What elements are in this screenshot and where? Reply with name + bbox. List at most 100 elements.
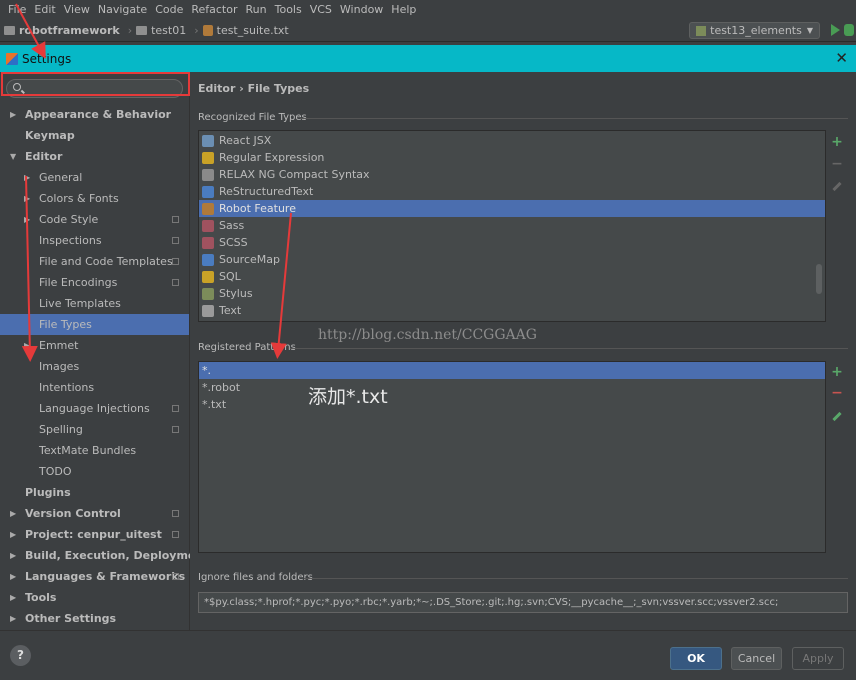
tree-item-project-cenpur-uitest[interactable]: ▶ Project: cenpur_uitest	[0, 524, 189, 545]
pattern-item[interactable]: *.	[199, 362, 825, 379]
tree-item-spelling[interactable]: Spelling	[0, 419, 189, 440]
tree-item-file-types[interactable]: File Types	[0, 314, 189, 335]
cancel-button[interactable]: Cancel	[731, 647, 782, 670]
file-type-item[interactable]: ReStructuredText	[199, 183, 825, 200]
tree-item-colors-fonts[interactable]: ▶ Colors & Fonts	[0, 188, 189, 209]
collapsed-arrow-icon[interactable]: ▶	[10, 608, 16, 629]
remove-pattern-icon[interactable]: −	[830, 386, 844, 400]
file-type-icon	[202, 219, 214, 232]
search-icon	[13, 83, 21, 91]
registered-patterns-list[interactable]: *. *.robot *.txt	[198, 361, 826, 553]
file-type-item[interactable]: Robot Feature	[199, 200, 825, 217]
menu-window[interactable]: Window	[336, 0, 387, 20]
file-type-label: React JSX	[219, 134, 272, 147]
file-type-item[interactable]: Sass	[199, 217, 825, 234]
file-type-icon	[202, 287, 214, 300]
remove-file-type-icon[interactable]: −	[830, 157, 844, 171]
tree-item-intentions[interactable]: Intentions	[0, 377, 189, 398]
collapsed-arrow-icon[interactable]: ▶	[24, 167, 30, 188]
tree-item-other-settings[interactable]: ▶ Other Settings	[0, 608, 189, 629]
tree-item-editor[interactable]: ▼ Editor	[0, 146, 189, 167]
tree-item-label: Appearance & Behavior	[25, 108, 172, 121]
collapsed-arrow-icon[interactable]: ▶	[24, 209, 30, 230]
tree-item-languages-frameworks[interactable]: ▶ Languages & Frameworks	[0, 566, 189, 587]
ok-button[interactable]: OK	[670, 647, 722, 670]
tree-item-language-injections[interactable]: Language Injections	[0, 398, 189, 419]
run-config-icon	[696, 25, 707, 36]
pattern-item[interactable]: *.robot	[199, 379, 825, 396]
tree-item-general[interactable]: ▶ General	[0, 167, 189, 188]
collapsed-arrow-icon[interactable]: ▶	[24, 188, 30, 209]
tree-item-tools[interactable]: ▶ Tools	[0, 587, 189, 608]
file-type-icon	[202, 304, 214, 317]
menu-edit[interactable]: Edit	[30, 0, 59, 20]
settings-search-input[interactable]	[6, 79, 183, 98]
tree-item-keymap[interactable]: Keymap	[0, 125, 189, 146]
tree-item-emmet[interactable]: ▶ Emmet	[0, 335, 189, 356]
tree-item-images[interactable]: Images	[0, 356, 189, 377]
collapsed-arrow-icon[interactable]: ▶	[10, 545, 16, 566]
menu-file[interactable]: File	[4, 0, 30, 20]
tree-item-file-encodings[interactable]: File Encodings	[0, 272, 189, 293]
file-type-item[interactable]: React JSX	[199, 132, 825, 149]
run-icon[interactable]	[831, 24, 840, 36]
edit-file-type-icon[interactable]	[830, 177, 844, 192]
menu-help[interactable]: Help	[387, 0, 420, 20]
apply-button[interactable]: Apply	[792, 647, 844, 670]
tree-item-appearance-behavior[interactable]: ▶ Appearance & Behavior	[0, 104, 189, 125]
file-type-item[interactable]: RELAX NG Compact Syntax	[199, 166, 825, 183]
tree-item-label: File Encodings	[39, 276, 118, 289]
debug-icon[interactable]	[844, 24, 854, 36]
menu-refactor[interactable]: Refactor	[187, 0, 241, 20]
tree-item-inspections[interactable]: Inspections	[0, 230, 189, 251]
expanded-arrow-icon[interactable]: ▼	[10, 146, 16, 167]
tree-item-todo[interactable]: TODO	[0, 461, 189, 482]
collapsed-arrow-icon[interactable]: ▶	[24, 335, 30, 356]
tree-item-build-execution-deployment[interactable]: ▶ Build, Execution, Deployment	[0, 545, 208, 566]
recognized-file-types-list[interactable]: React JSX Regular Expression RELAX NG Comp…	[198, 130, 826, 322]
pattern-item[interactable]: *.txt	[199, 396, 825, 413]
breadcrumb-project[interactable]: robotframework	[4, 24, 120, 37]
run-config-dropdown[interactable]: test13_elements ▼	[689, 22, 820, 39]
tree-item-label: Tools	[25, 591, 57, 604]
collapsed-arrow-icon[interactable]: ▶	[10, 524, 16, 545]
menu-navigate[interactable]: Navigate	[94, 0, 151, 20]
menu-code[interactable]: Code	[151, 0, 187, 20]
collapsed-arrow-icon[interactable]: ▶	[10, 104, 16, 125]
tree-item-label: Spelling	[39, 423, 83, 436]
breadcrumb-file[interactable]: test_suite.txt	[202, 24, 289, 37]
file-type-item[interactable]: SourceMap	[199, 251, 825, 268]
tree-item-plugins[interactable]: Plugins	[0, 482, 189, 503]
add-file-type-icon[interactable]: +	[830, 135, 844, 149]
collapsed-arrow-icon[interactable]: ▶	[10, 503, 16, 524]
tree-item-code-style[interactable]: ▶ Code Style	[0, 209, 189, 230]
help-button[interactable]: ?	[10, 645, 31, 666]
pycharm-logo-icon	[6, 52, 18, 65]
file-type-item[interactable]: Regular Expression	[199, 149, 825, 166]
edit-pattern-icon[interactable]	[830, 407, 844, 422]
project-scope-icon	[172, 237, 179, 244]
tree-item-textmate-bundles[interactable]: TextMate Bundles	[0, 440, 189, 461]
tree-item-live-templates[interactable]: Live Templates	[0, 293, 189, 314]
tree-item-label: Other Settings	[25, 612, 117, 625]
tree-item-label: Images	[39, 360, 80, 373]
breadcrumb-folder[interactable]: test01	[136, 24, 186, 37]
tree-item-file-and-code-templates[interactable]: File and Code Templates	[0, 251, 189, 272]
add-pattern-icon[interactable]: +	[830, 365, 844, 379]
scrollbar[interactable]	[816, 264, 822, 294]
file-type-item[interactable]: SQL	[199, 268, 825, 285]
menu-vcs[interactable]: VCS	[306, 0, 336, 20]
ignore-files-input[interactable]: *$py.class;*.hprof;*.pyc;*.pyo;*.rbc;*.y…	[198, 592, 848, 613]
settings-sidebar: ▶ Appearance & Behavior Keymap ▼ Editor ▶ Gene…	[0, 72, 208, 630]
file-type-item[interactable]: Stylus	[199, 285, 825, 302]
file-type-item[interactable]: SCSS	[199, 234, 825, 251]
watermark: http://blog.csdn.net/CCGGAAG	[318, 327, 537, 343]
close-icon[interactable]: ✕	[835, 50, 848, 66]
collapsed-arrow-icon[interactable]: ▶	[10, 587, 16, 608]
collapsed-arrow-icon[interactable]: ▶	[10, 566, 16, 587]
file-type-item[interactable]: Text	[199, 302, 825, 319]
menu-run[interactable]: Run	[242, 0, 271, 20]
menu-tools[interactable]: Tools	[271, 0, 306, 20]
tree-item-version-control[interactable]: ▶ Version Control	[0, 503, 189, 524]
menu-view[interactable]: View	[60, 0, 94, 20]
